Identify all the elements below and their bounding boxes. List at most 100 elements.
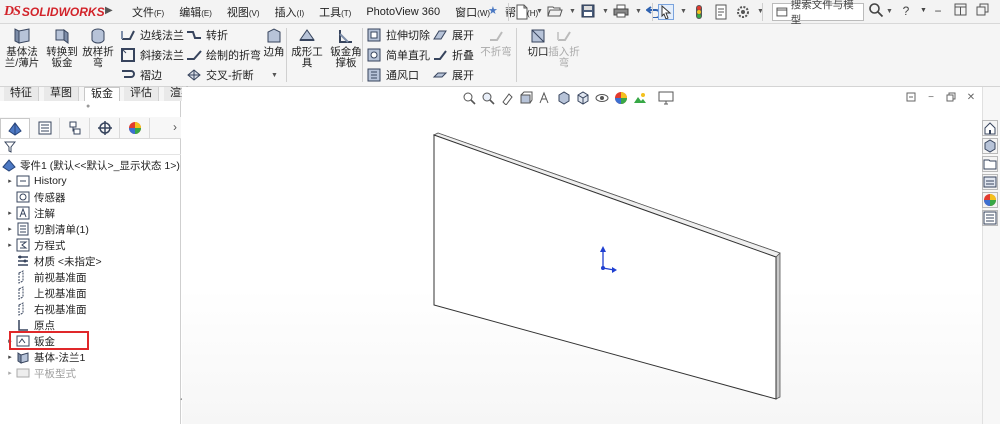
expand-icon[interactable]: ▸: [6, 353, 14, 361]
expand-icon[interactable]: ▸: [6, 369, 14, 377]
jog-button[interactable]: 转折: [186, 26, 228, 44]
print-dropdown-icon[interactable]: ▼: [635, 4, 642, 20]
forming-tool-button[interactable]: 成形工 具: [287, 26, 327, 69]
close-icon[interactable]: ✕: [996, 3, 1000, 19]
unfold-button[interactable]: 展开: [432, 26, 474, 44]
zoom-to-fit-icon[interactable]: [462, 91, 476, 105]
tab-features[interactable]: 特征: [4, 87, 39, 101]
tree-item-front-plane[interactable]: 前视基准面: [0, 269, 181, 285]
corners-dropdown-icon[interactable]: ▼: [271, 72, 278, 79]
tile-windows-icon[interactable]: [952, 3, 968, 19]
search-icon[interactable]: [868, 2, 884, 21]
tree-item-equations[interactable]: ▸ 方程式: [0, 237, 181, 253]
viewport-close-icon[interactable]: ✕: [964, 92, 978, 105]
restore-icon[interactable]: [974, 3, 990, 19]
miter-flange-button[interactable]: 斜接法兰: [120, 46, 184, 64]
edit-appearance-icon[interactable]: [614, 91, 628, 105]
dynamic-annotation-icon[interactable]: [538, 91, 552, 105]
tab-sketch[interactable]: 草图: [44, 87, 79, 101]
lofted-bend-button[interactable]: 放样折 弯: [78, 26, 118, 69]
display-style-icon[interactable]: [576, 91, 590, 105]
open-icon[interactable]: [547, 4, 563, 20]
tabs-scroll-right-icon[interactable]: ›: [173, 120, 177, 134]
tree-item-flat-pattern[interactable]: ▸ 平板型式: [0, 365, 181, 381]
expand-icon[interactable]: ▸: [6, 209, 14, 217]
view-settings-icon[interactable]: [658, 91, 674, 105]
view-palette-icon[interactable]: [982, 174, 998, 190]
tree-item-annotations[interactable]: ▸ 注解: [0, 205, 181, 221]
tree-item-right-plane[interactable]: 右视基准面: [0, 301, 181, 317]
tab-sheet-metal[interactable]: 钣金: [84, 87, 120, 101]
expand-icon[interactable]: ▸: [6, 225, 14, 233]
cross-break-button[interactable]: 交叉-折断: [186, 66, 254, 84]
sheet-metal-gusset-button[interactable]: 钣金角 撑板: [326, 26, 366, 69]
sketched-bend-button[interactable]: 绘制的折弯: [186, 46, 261, 64]
pin-icon[interactable]: ★: [488, 4, 498, 17]
no-bends-button[interactable]: 不折弯: [476, 26, 516, 58]
expand-icon[interactable]: ▸: [6, 177, 14, 185]
open-dropdown-icon[interactable]: ▼: [569, 4, 576, 20]
select-dropdown-icon[interactable]: ▼: [680, 4, 687, 20]
viewport-shrink-icon[interactable]: [904, 92, 918, 105]
display-manager-tab[interactable]: [120, 118, 150, 138]
apply-scene-icon[interactable]: [633, 91, 647, 105]
viewport-restore-icon[interactable]: [944, 92, 958, 105]
search-input[interactable]: 搜索文件与模型: [772, 0, 864, 26]
viewport-minimize-icon[interactable]: −: [924, 92, 938, 105]
search-dropdown-icon[interactable]: ▼: [886, 8, 893, 15]
flatten-button[interactable]: 展开: [432, 66, 474, 84]
base-flange-button[interactable]: 基体法 兰/薄片: [2, 26, 42, 69]
new-document-icon[interactable]: [514, 4, 530, 20]
menu-file[interactable]: 文件(F): [132, 4, 164, 20]
design-library-icon[interactable]: [982, 138, 998, 154]
menu-tools[interactable]: 工具(T): [319, 4, 351, 20]
feature-manager-tab[interactable]: [0, 118, 30, 138]
filter-icon[interactable]: [4, 141, 16, 153]
print-icon[interactable]: [613, 4, 629, 20]
file-explorer-icon[interactable]: [982, 156, 998, 172]
help-dropdown-icon[interactable]: ▼: [920, 3, 927, 19]
tree-filter-bar[interactable]: [0, 139, 181, 155]
custom-properties-icon[interactable]: [982, 210, 998, 226]
edge-flange-button[interactable]: 边线法兰: [120, 26, 184, 44]
convert-to-sheet-metal-button[interactable]: 转换到 钣金: [42, 26, 82, 69]
menu-photoview[interactable]: PhotoView 360: [366, 6, 440, 18]
configuration-manager-tab[interactable]: [60, 118, 90, 138]
dimxpert-manager-tab[interactable]: [90, 118, 120, 138]
property-manager-tab[interactable]: [30, 118, 60, 138]
tree-root-part[interactable]: 零件1 (默认<<默认>_显示状态 1>): [0, 157, 181, 173]
tree-item-material[interactable]: 材质 <未指定>: [0, 253, 181, 269]
expand-icon[interactable]: ▸: [6, 241, 14, 249]
file-properties-icon[interactable]: [713, 4, 729, 20]
menu-expand-icon[interactable]: ▶: [105, 5, 113, 16]
tree-item-sensors[interactable]: 传感器: [0, 189, 181, 205]
zoom-to-area-icon[interactable]: [481, 91, 495, 105]
tree-item-history[interactable]: ▸ History: [0, 173, 181, 189]
tree-item-top-plane[interactable]: 上视基准面: [0, 285, 181, 301]
help-icon[interactable]: ?: [898, 3, 914, 19]
tree-item-cut-list[interactable]: ▸ 切割清单(1): [0, 221, 181, 237]
tree-item-base-flange[interactable]: ▸ 基体-法兰1: [0, 349, 181, 365]
simple-hole-button[interactable]: 简单直孔: [366, 46, 430, 64]
vent-button[interactable]: 通风口: [366, 66, 419, 84]
save-icon[interactable]: [580, 4, 596, 20]
graphics-area[interactable]: [182, 87, 982, 424]
appearances-icon[interactable]: [982, 192, 998, 208]
solidworks-logo[interactable]: DS SOLIDWORKS: [4, 3, 105, 21]
hide-show-items-icon[interactable]: [595, 91, 609, 105]
hem-button[interactable]: 褶边: [120, 66, 162, 84]
view-orientation-icon[interactable]: [557, 91, 571, 105]
panel-grip-icon[interactable]: ●: [86, 103, 90, 110]
rebuild-icon[interactable]: [691, 4, 707, 20]
previous-view-icon[interactable]: [500, 91, 514, 106]
new-dropdown-icon[interactable]: ▼: [536, 4, 543, 20]
menu-view[interactable]: 视图(V): [227, 4, 260, 20]
home-icon[interactable]: [982, 120, 998, 136]
tab-evaluate[interactable]: 评估: [124, 87, 159, 101]
section-view-icon[interactable]: [519, 91, 533, 105]
options-gear-icon[interactable]: [735, 4, 751, 20]
menu-insert[interactable]: 插入(I): [275, 4, 305, 20]
select-pointer-icon[interactable]: [658, 4, 674, 20]
fold-button[interactable]: 折叠: [432, 46, 474, 64]
extruded-cut-button[interactable]: 拉伸切除: [366, 26, 430, 44]
